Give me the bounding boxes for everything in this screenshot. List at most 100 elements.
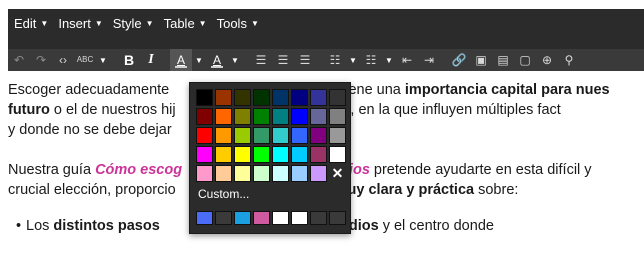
color-swatch[interactable]	[234, 89, 251, 106]
recent-color-swatch[interactable]	[215, 211, 232, 225]
recent-color-swatch[interactable]	[310, 211, 327, 225]
color-picker-popup: ✕ Custom...	[189, 82, 351, 234]
new-document-button[interactable]: ▢	[514, 49, 536, 71]
italic-button[interactable]: I	[140, 49, 162, 71]
chevron-down-icon: ▼	[145, 18, 154, 28]
align-right-button[interactable]: ☰	[294, 49, 316, 71]
color-swatch[interactable]	[291, 108, 308, 125]
color-swatch[interactable]	[215, 127, 232, 144]
color-swatch[interactable]	[215, 146, 232, 163]
color-swatch[interactable]	[272, 127, 289, 144]
background-color-button[interactable]: A	[206, 49, 228, 71]
guide-link[interactable]: Cómo escog	[95, 162, 182, 178]
insert-button[interactable]: ⊕	[536, 49, 558, 71]
paragraph-1-line-3: y donde no se debe dejar	[8, 122, 172, 138]
image-button[interactable]: ▣	[470, 49, 492, 71]
color-swatch[interactable]	[310, 165, 327, 182]
color-swatch[interactable]	[272, 108, 289, 125]
undo-button[interactable]: ↶	[8, 49, 30, 71]
menu-tools-label: Tools	[216, 15, 247, 31]
menu-style[interactable]: Style ▼	[113, 16, 154, 31]
outdent-button[interactable]: ⇤	[396, 49, 418, 71]
color-swatch[interactable]	[272, 165, 289, 182]
text-run: Los	[26, 218, 54, 234]
text-color-dropdown[interactable]: ▼	[192, 49, 206, 71]
bold-text: distintos pasos	[53, 218, 160, 234]
color-swatch[interactable]	[310, 89, 327, 106]
color-swatch[interactable]	[196, 127, 213, 144]
toolbar-divider	[440, 49, 448, 71]
image-icon: ▣	[475, 53, 487, 67]
align-center-button[interactable]: ☰	[272, 49, 294, 71]
color-swatch[interactable]	[253, 108, 270, 125]
bold-label: B	[123, 52, 135, 68]
remove-color-button[interactable]: ✕	[329, 165, 346, 182]
numbered-list-icon: ☷	[365, 53, 377, 67]
align-left-button[interactable]: ☰	[250, 49, 272, 71]
spellcheck-button[interactable]: ABC	[74, 49, 96, 71]
color-swatch[interactable]	[253, 127, 270, 144]
color-swatch[interactable]	[215, 165, 232, 182]
color-swatch[interactable]	[329, 127, 346, 144]
color-swatch[interactable]	[329, 146, 346, 163]
link-button[interactable]: 🔗	[448, 49, 470, 71]
color-swatch[interactable]	[329, 89, 346, 106]
recent-color-swatch[interactable]	[253, 211, 270, 225]
menu-insert-label: Insert	[58, 15, 91, 31]
color-swatch[interactable]	[253, 89, 270, 106]
color-swatch[interactable]	[253, 146, 270, 163]
text-run: Nuestra guía	[8, 162, 96, 178]
custom-color-button[interactable]: Custom...	[198, 187, 249, 201]
media-button[interactable]: ▤	[492, 49, 514, 71]
indent-button[interactable]: ⇥	[418, 49, 440, 71]
color-swatch[interactable]	[329, 108, 346, 125]
color-swatch[interactable]	[196, 108, 213, 125]
recent-color-swatch[interactable]	[272, 211, 289, 225]
menu-table[interactable]: Table ▼	[164, 16, 207, 31]
menu-tools[interactable]: Tools ▼	[217, 16, 259, 31]
recent-color-swatch[interactable]	[196, 211, 213, 225]
color-swatch[interactable]	[196, 165, 213, 182]
bullet-dot: •	[16, 218, 22, 234]
spellcheck-dropdown[interactable]: ▼	[96, 49, 110, 71]
align-left-icon: ☰	[255, 53, 267, 67]
bold-button[interactable]: B	[118, 49, 140, 71]
color-swatch[interactable]	[196, 146, 213, 163]
color-swatch[interactable]	[310, 146, 327, 163]
color-swatch[interactable]	[272, 89, 289, 106]
outdent-icon: ⇤	[401, 53, 413, 67]
color-swatch[interactable]	[253, 165, 270, 182]
color-swatch[interactable]	[291, 89, 308, 106]
menu-insert[interactable]: Insert ▼	[58, 16, 102, 31]
recent-color-swatch[interactable]	[291, 211, 308, 225]
recent-color-swatch[interactable]	[329, 211, 346, 225]
color-swatch[interactable]	[291, 146, 308, 163]
color-swatch[interactable]	[234, 127, 251, 144]
color-swatch[interactable]	[310, 127, 327, 144]
color-swatch[interactable]	[234, 146, 251, 163]
color-swatch[interactable]	[215, 108, 232, 125]
color-swatch[interactable]	[196, 89, 213, 106]
color-swatch[interactable]	[234, 165, 251, 182]
recent-color-swatch[interactable]	[234, 211, 251, 225]
source-code-button[interactable]: ‹›	[52, 49, 74, 71]
color-swatch[interactable]	[272, 146, 289, 163]
color-swatch[interactable]	[215, 89, 232, 106]
color-swatch[interactable]	[310, 108, 327, 125]
chevron-down-icon: ▼	[195, 55, 203, 65]
user-button[interactable]: ⚲	[558, 49, 580, 71]
numbered-list-dropdown[interactable]: ▼	[382, 49, 396, 71]
text-color-button[interactable]: A	[170, 49, 192, 71]
color-swatch[interactable]	[291, 127, 308, 144]
plus-circle-icon: ⊕	[541, 53, 553, 67]
bullet-list-button[interactable]: ☷	[324, 49, 346, 71]
undo-icon: ↶	[13, 53, 25, 67]
color-swatch[interactable]	[234, 108, 251, 125]
color-swatch[interactable]	[291, 165, 308, 182]
italic-label: I	[148, 52, 154, 67]
menu-edit[interactable]: Edit ▼	[14, 16, 48, 31]
background-color-dropdown[interactable]: ▼	[228, 49, 242, 71]
redo-button[interactable]: ↷	[30, 49, 52, 71]
bullet-list-dropdown[interactable]: ▼	[346, 49, 360, 71]
numbered-list-button[interactable]: ☷	[360, 49, 382, 71]
